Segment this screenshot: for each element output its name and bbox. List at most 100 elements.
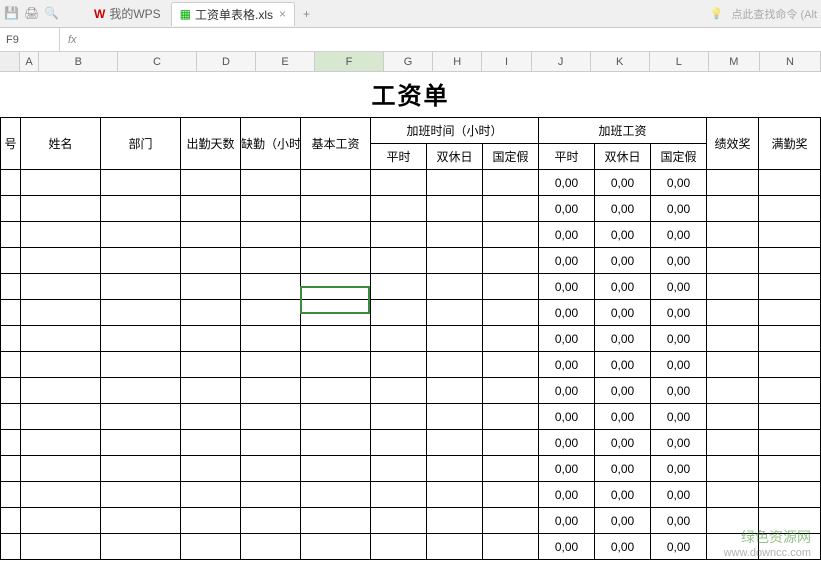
cell[interactable] [427,534,483,560]
col-header-B[interactable]: B [39,52,118,71]
cell[interactable] [301,534,371,560]
cell[interactable] [759,300,821,326]
cell[interactable] [371,248,427,274]
cell[interactable] [1,300,21,326]
cell[interactable]: 0,00 [651,170,707,196]
cell[interactable] [1,404,21,430]
cell[interactable]: 0,00 [651,534,707,560]
cell[interactable] [181,534,241,560]
cell[interactable] [707,456,759,482]
cell[interactable]: 0,00 [539,508,595,534]
fx-icon[interactable]: fx [60,34,85,46]
cell[interactable] [241,482,301,508]
cell[interactable] [707,274,759,300]
cell[interactable] [21,534,101,560]
col-header-D[interactable]: D [197,52,256,71]
cell[interactable] [759,170,821,196]
cell[interactable] [1,456,21,482]
cell[interactable] [241,248,301,274]
cell[interactable]: 0,00 [539,352,595,378]
cell[interactable] [101,300,181,326]
cell[interactable] [181,430,241,456]
cell[interactable] [1,508,21,534]
cell[interactable] [101,196,181,222]
cell[interactable] [427,482,483,508]
new-tab-button[interactable]: + [297,5,316,23]
cell[interactable] [427,508,483,534]
cell[interactable] [483,352,539,378]
cell[interactable] [241,326,301,352]
cell[interactable] [241,456,301,482]
cell[interactable]: 0,00 [539,196,595,222]
cell[interactable] [101,326,181,352]
cell[interactable] [21,378,101,404]
cell[interactable]: 0,00 [595,170,651,196]
col-header-H[interactable]: H [433,52,482,71]
cell[interactable] [759,456,821,482]
cell[interactable] [21,300,101,326]
cell[interactable] [483,482,539,508]
col-header-J[interactable]: J [532,52,591,71]
cell[interactable]: 0,00 [595,326,651,352]
cell[interactable] [483,170,539,196]
cell[interactable] [759,326,821,352]
tab-payroll-file[interactable]: ▦ 工资单表格.xls × [171,2,295,26]
cell[interactable] [707,430,759,456]
col-header-F[interactable]: F [315,52,384,71]
cell[interactable] [371,534,427,560]
cell[interactable] [707,300,759,326]
cell[interactable] [427,300,483,326]
cell[interactable] [371,378,427,404]
cell[interactable] [101,404,181,430]
cell[interactable] [21,326,101,352]
cell[interactable] [483,300,539,326]
cell[interactable] [101,456,181,482]
cell[interactable]: 0,00 [651,430,707,456]
cell[interactable]: 0,00 [539,300,595,326]
cell[interactable] [1,326,21,352]
cell[interactable] [101,170,181,196]
cell[interactable] [301,222,371,248]
cell[interactable]: 0,00 [595,300,651,326]
cell[interactable] [759,352,821,378]
cell[interactable]: 0,00 [595,378,651,404]
cell[interactable] [21,352,101,378]
cell[interactable]: 0,00 [651,222,707,248]
cell[interactable] [427,404,483,430]
cell[interactable] [483,326,539,352]
cell[interactable] [21,170,101,196]
cell[interactable]: 0,00 [539,274,595,300]
cell[interactable] [483,404,539,430]
cell[interactable] [181,456,241,482]
cell[interactable]: 0,00 [651,196,707,222]
cell[interactable] [1,482,21,508]
cell[interactable] [707,352,759,378]
cell[interactable] [371,222,427,248]
cell[interactable] [427,196,483,222]
close-icon[interactable]: × [279,7,286,21]
cell[interactable] [759,222,821,248]
cell[interactable] [301,482,371,508]
cell[interactable] [371,456,427,482]
cell[interactable] [301,430,371,456]
cell[interactable] [1,196,21,222]
cell[interactable] [707,378,759,404]
col-header-I[interactable]: I [482,52,531,71]
cell[interactable]: 0,00 [595,404,651,430]
cell[interactable] [427,378,483,404]
cell[interactable] [707,508,759,534]
cell[interactable] [181,508,241,534]
cell[interactable] [427,326,483,352]
cell[interactable] [301,404,371,430]
cell[interactable]: 0,00 [651,378,707,404]
cell[interactable] [483,508,539,534]
cell[interactable] [101,222,181,248]
cell[interactable] [371,326,427,352]
cell[interactable] [241,196,301,222]
cell[interactable] [21,430,101,456]
col-header-K[interactable]: K [591,52,650,71]
cell[interactable] [1,248,21,274]
cell[interactable] [181,222,241,248]
cell[interactable] [241,508,301,534]
command-search-hint[interactable]: 点此查找命令 (Alt [731,6,817,22]
